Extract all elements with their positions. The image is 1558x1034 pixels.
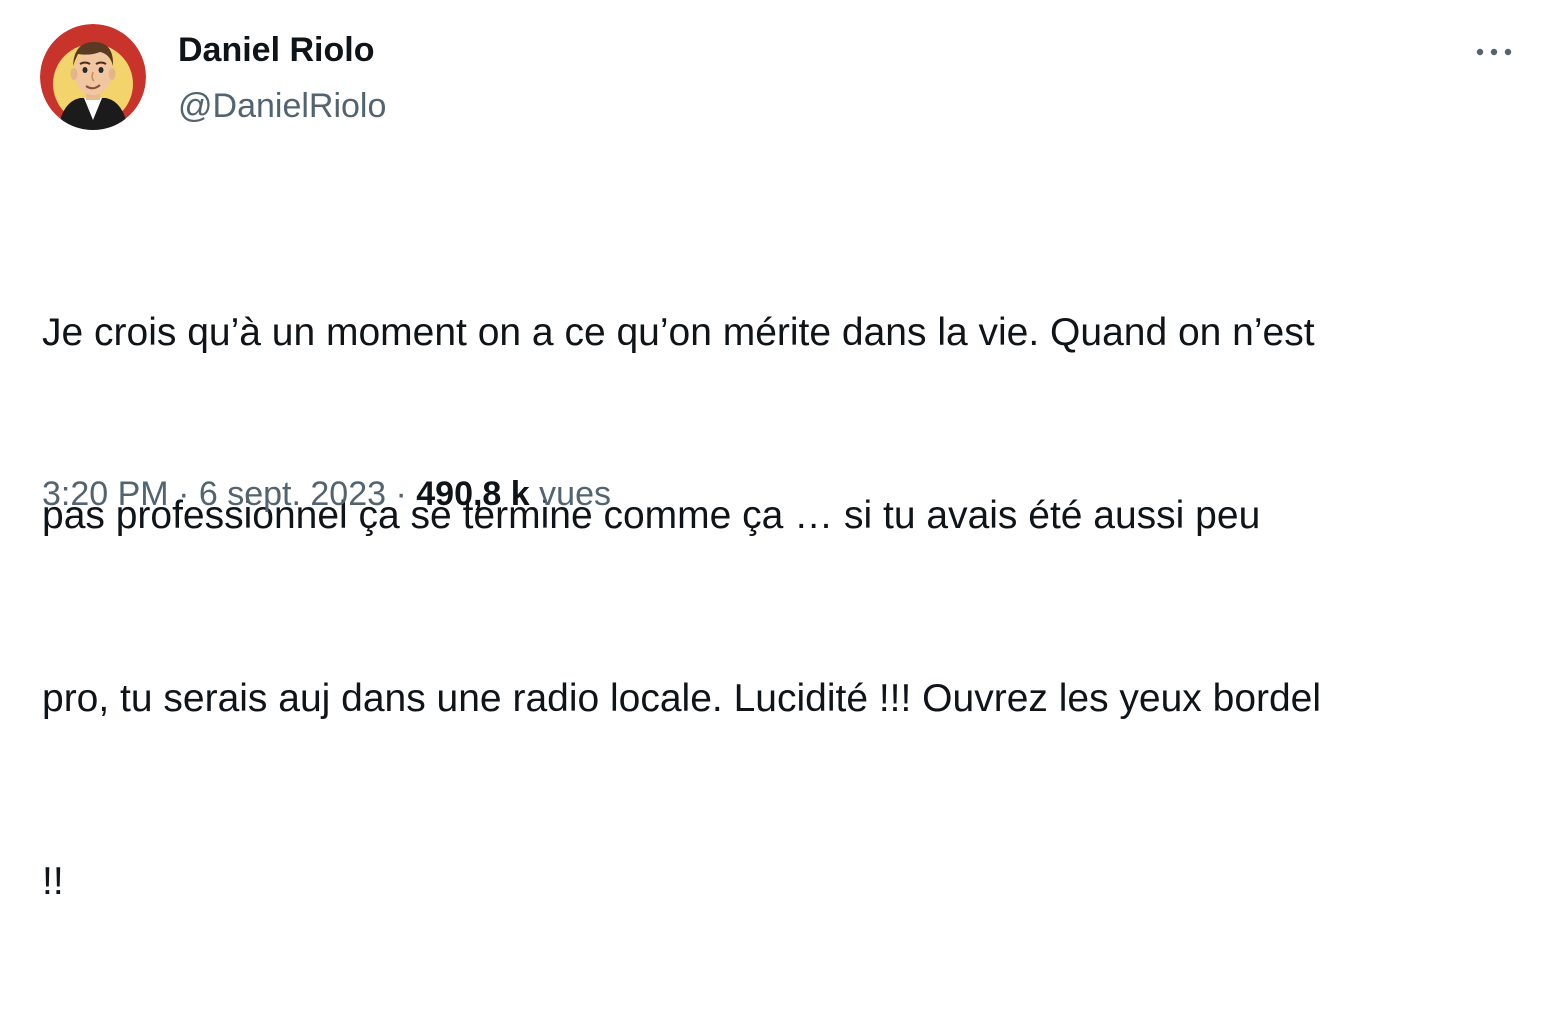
tweet-text: Je crois qu’à un moment on a ce qu’on mé… — [42, 180, 1522, 1034]
tweet-text-line: pro, tu serais auj dans une radio locale… — [42, 677, 1322, 720]
tweet-card: Daniel Riolo @DanielRiolo Je crois qu’à … — [0, 0, 1558, 903]
author-name[interactable]: Daniel Riolo — [178, 28, 374, 72]
meta-separator: · — [395, 475, 407, 513]
views-label: vues — [539, 475, 611, 513]
tweet-text-line: Je crois qu’à un moment on a ce qu’on mé… — [42, 311, 1315, 354]
tweet-time-link[interactable]: 3:20 PM · 6 sept. 2023 — [42, 475, 386, 513]
avatar[interactable] — [40, 24, 146, 130]
more-options-button[interactable] — [1466, 30, 1522, 74]
cartoon-portrait-avatar-icon — [40, 24, 146, 130]
tweet-meta: 3:20 PM · 6 sept. 2023 · 490,8 k vues — [42, 470, 611, 518]
tweet-date: 6 sept. 2023 — [198, 475, 387, 513]
author-handle[interactable]: @DanielRiolo — [178, 84, 386, 128]
tweet-text-line: !! — [42, 860, 64, 903]
tweet-time: 3:20 PM — [42, 475, 169, 513]
meta-separator: · — [178, 475, 190, 513]
views-count: 490,8 k — [416, 475, 530, 513]
more-horizontal-icon — [1476, 48, 1512, 56]
